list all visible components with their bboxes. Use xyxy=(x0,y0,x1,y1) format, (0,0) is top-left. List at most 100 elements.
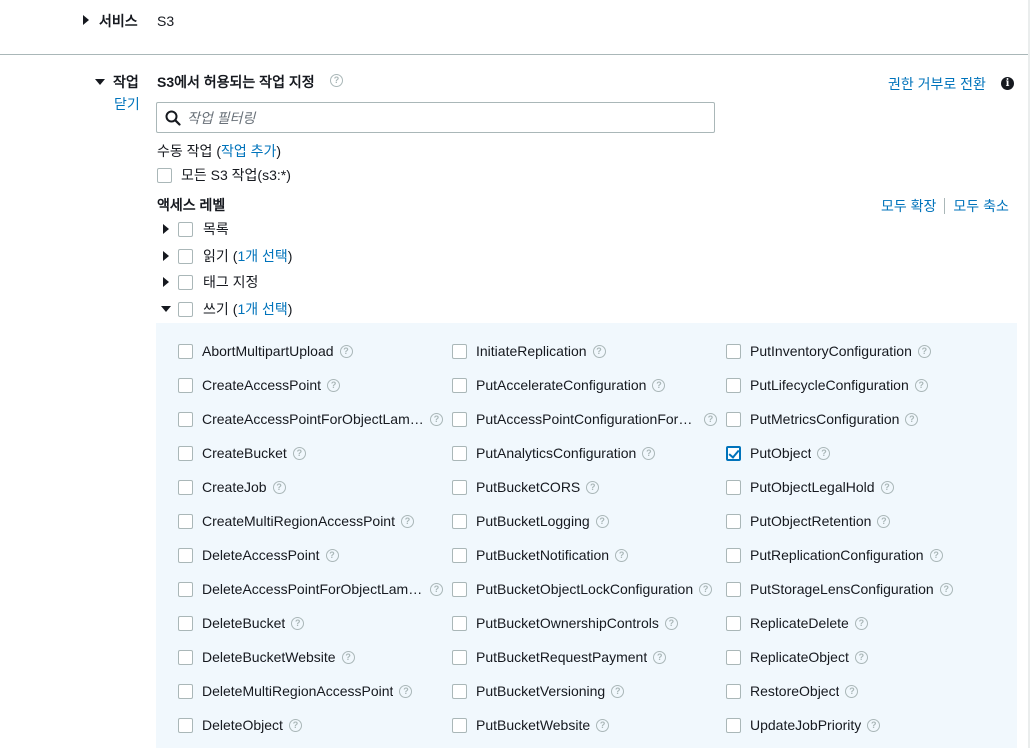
write-action-item[interactable]: PutBucketRequestPayment? xyxy=(452,647,667,667)
write-action-item[interactable]: CreateJob? xyxy=(178,477,286,497)
write-action-item[interactable]: PutLifecycleConfiguration? xyxy=(726,375,928,395)
write-action-item[interactable]: PutBucketNotification? xyxy=(452,545,629,565)
help-icon[interactable]: ? xyxy=(905,412,919,426)
help-icon[interactable]: ? xyxy=(877,514,891,528)
help-icon[interactable]: ? xyxy=(880,480,894,494)
action-checkbox[interactable] xyxy=(178,649,193,665)
help-icon[interactable]: ? xyxy=(288,718,302,732)
write-action-item[interactable]: PutBucketObjectLockConfiguration? xyxy=(452,579,713,599)
write-checkbox[interactable] xyxy=(178,301,193,317)
help-icon[interactable]: ? xyxy=(399,684,413,698)
help-icon[interactable]: ? xyxy=(652,378,666,392)
help-icon[interactable]: ? xyxy=(330,74,343,87)
write-action-item[interactable]: CreateAccessPoint? xyxy=(178,375,341,395)
action-checkbox[interactable] xyxy=(178,513,193,529)
help-icon[interactable]: ? xyxy=(699,582,713,596)
write-action-item[interactable]: PutStorageLensConfiguration? xyxy=(726,579,953,599)
action-checkbox[interactable] xyxy=(726,513,741,529)
write-action-item[interactable]: UpdateJobPriority? xyxy=(726,715,881,735)
action-checkbox[interactable] xyxy=(726,479,741,495)
action-checkbox[interactable] xyxy=(178,411,193,427)
help-icon[interactable]: ? xyxy=(595,514,609,528)
switch-to-deny-link[interactable]: 권한 거부로 전환 xyxy=(888,74,986,94)
action-checkbox[interactable] xyxy=(452,547,467,563)
filter-field[interactable] xyxy=(156,102,715,133)
write-action-item[interactable]: InitiateReplication? xyxy=(452,341,606,361)
write-action-item[interactable]: DeleteAccessPointForObjectLambda? xyxy=(178,579,443,599)
action-checkbox[interactable] xyxy=(178,717,193,733)
add-action-link[interactable]: 작업 추가 xyxy=(221,143,276,159)
write-action-item[interactable]: CreateAccessPointForObjectLambda? xyxy=(178,409,443,429)
write-action-item[interactable]: CreateBucket? xyxy=(178,443,306,463)
help-icon[interactable]: ? xyxy=(291,616,305,630)
help-icon[interactable]: ? xyxy=(339,344,353,358)
help-icon[interactable]: ? xyxy=(939,582,953,596)
action-checkbox[interactable] xyxy=(726,581,741,597)
action-checkbox[interactable] xyxy=(452,479,467,495)
help-icon[interactable]: ? xyxy=(914,378,928,392)
all-actions-checkbox[interactable] xyxy=(157,167,172,183)
actions-label[interactable]: 작업 xyxy=(113,72,139,92)
expand-all-link[interactable]: 모두 확장 xyxy=(881,196,936,216)
collapse-write-icon[interactable] xyxy=(160,306,172,312)
help-icon[interactable]: ? xyxy=(327,378,341,392)
info-icon[interactable]: i xyxy=(1001,77,1014,90)
tagging-checkbox[interactable] xyxy=(178,274,193,290)
action-checkbox[interactable] xyxy=(452,513,467,529)
help-icon[interactable]: ? xyxy=(272,480,286,494)
help-icon[interactable]: ? xyxy=(845,684,859,698)
access-level-tagging[interactable]: 태그 지정 xyxy=(160,272,258,292)
action-checkbox[interactable] xyxy=(726,547,741,563)
all-s3-actions-row[interactable]: 모든 S3 작업(s3:*) xyxy=(157,165,291,185)
help-icon[interactable]: ? xyxy=(341,650,355,664)
action-checkbox[interactable] xyxy=(452,615,467,631)
expand-service-icon[interactable] xyxy=(83,15,89,25)
write-action-item[interactable]: DeleteMultiRegionAccessPoint? xyxy=(178,681,413,701)
help-icon[interactable]: ? xyxy=(325,548,339,562)
write-action-item[interactable]: DeleteObject? xyxy=(178,715,302,735)
help-icon[interactable]: ? xyxy=(586,480,600,494)
help-icon[interactable]: ? xyxy=(292,446,306,460)
help-icon[interactable]: ? xyxy=(664,616,678,630)
action-checkbox[interactable] xyxy=(452,445,467,461)
action-checkbox[interactable] xyxy=(726,343,741,359)
help-icon[interactable]: ? xyxy=(642,446,656,460)
write-action-item[interactable]: AbortMultipartUpload? xyxy=(178,341,353,361)
action-checkbox[interactable] xyxy=(726,717,741,733)
write-action-item[interactable]: PutObjectLegalHold? xyxy=(726,477,894,497)
action-checkbox[interactable] xyxy=(178,343,193,359)
write-action-item[interactable]: PutObject? xyxy=(726,443,831,463)
help-icon[interactable]: ? xyxy=(430,412,443,426)
write-action-item[interactable]: PutBucketWebsite? xyxy=(452,715,610,735)
help-icon[interactable]: ? xyxy=(430,582,443,596)
access-level-list[interactable]: 목록 xyxy=(160,219,229,239)
write-action-item[interactable]: ReplicateObject? xyxy=(726,647,868,667)
write-action-item[interactable]: DeleteAccessPoint? xyxy=(178,545,339,565)
help-icon[interactable]: ? xyxy=(917,344,931,358)
help-icon[interactable]: ? xyxy=(929,548,943,562)
write-action-item[interactable]: DeleteBucket? xyxy=(178,613,305,633)
expand-list-icon[interactable] xyxy=(160,224,172,234)
action-checkbox[interactable] xyxy=(178,547,193,563)
action-checkbox[interactable] xyxy=(178,377,193,393)
list-checkbox[interactable] xyxy=(178,221,193,237)
help-icon[interactable]: ? xyxy=(596,718,610,732)
action-checkbox[interactable] xyxy=(452,649,467,665)
action-checkbox[interactable] xyxy=(726,445,741,461)
read-checkbox[interactable] xyxy=(178,248,193,264)
action-checkbox[interactable] xyxy=(178,581,193,597)
action-checkbox[interactable] xyxy=(726,411,741,427)
access-level-read[interactable]: 읽기 (1개 선택) xyxy=(160,246,292,266)
help-icon[interactable]: ? xyxy=(704,412,717,426)
service-label[interactable]: 서비스 xyxy=(99,11,138,31)
write-action-item[interactable]: PutMetricsConfiguration? xyxy=(726,409,919,429)
help-icon[interactable]: ? xyxy=(615,548,629,562)
action-checkbox[interactable] xyxy=(726,615,741,631)
action-checkbox[interactable] xyxy=(452,377,467,393)
expand-read-icon[interactable] xyxy=(160,251,172,261)
write-action-item[interactable]: PutInventoryConfiguration? xyxy=(726,341,931,361)
collapse-actions-icon[interactable] xyxy=(95,79,105,85)
action-checkbox[interactable] xyxy=(452,581,467,597)
help-icon[interactable]: ? xyxy=(611,684,625,698)
help-icon[interactable]: ? xyxy=(854,616,868,630)
